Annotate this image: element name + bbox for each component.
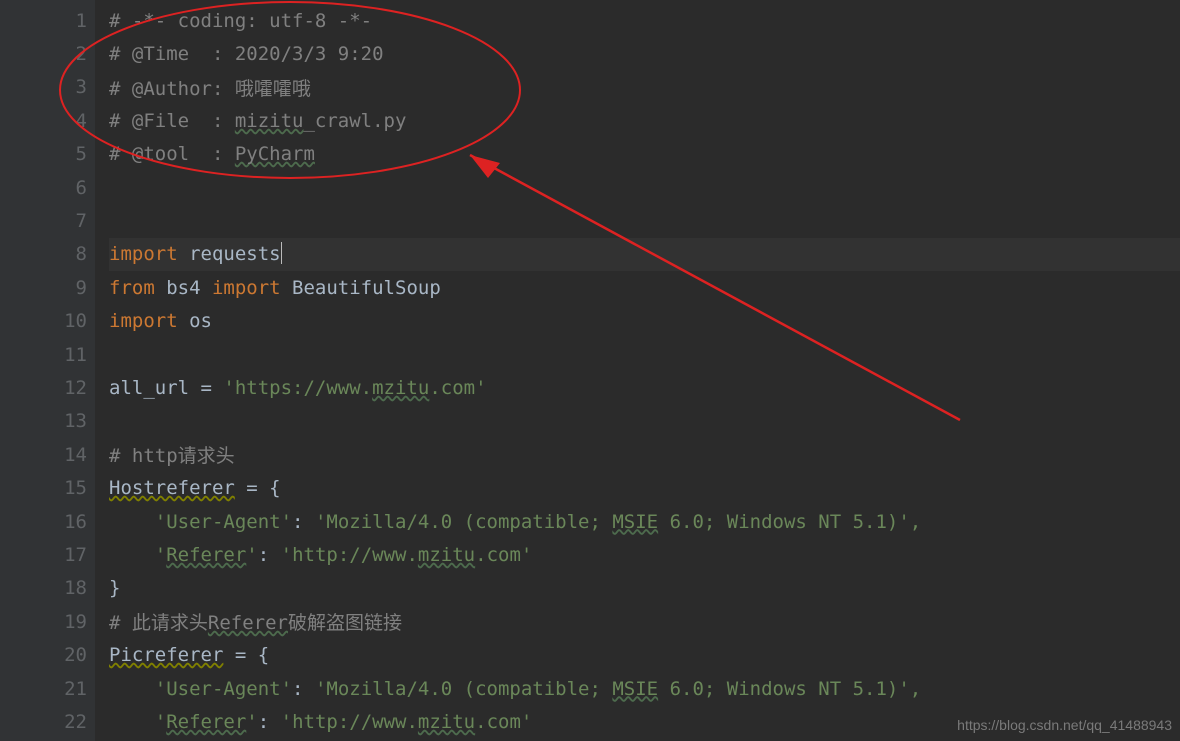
- code-line[interactable]: 'User-Agent': 'Mozilla/4.0 (compatible; …: [109, 672, 1180, 705]
- line-number: 17: [0, 538, 95, 571]
- line-number: 7: [0, 204, 95, 237]
- line-number: 18: [0, 572, 95, 605]
- gutter: 1 2 3 4 5 6 7 8 9 10 11 12 13 14 15 16 1…: [0, 0, 95, 741]
- line-number: 16: [0, 505, 95, 538]
- comment-text: # http请求头: [109, 441, 235, 468]
- line-number: 11: [0, 338, 95, 371]
- keyword: import: [109, 243, 178, 265]
- comment-text: # -*- coding: utf-8 -*-: [109, 10, 372, 32]
- code-line[interactable]: # 此请求头Referer破解盗图链接: [109, 605, 1180, 638]
- comment-text: # @Author: 哦嚯嚯哦: [109, 74, 311, 101]
- line-number: 20: [0, 638, 95, 671]
- line-number: 1: [0, 4, 95, 37]
- line-number: 4: [0, 104, 95, 137]
- code-line[interactable]: 'Referer': 'http://www.mzitu.com': [109, 538, 1180, 571]
- code-line[interactable]: # @Author: 哦嚯嚯哦: [109, 71, 1180, 104]
- code-line[interactable]: 'User-Agent': 'Mozilla/4.0 (compatible; …: [109, 505, 1180, 538]
- watermark: https://blog.csdn.net/qq_41488943: [957, 717, 1172, 733]
- code-area[interactable]: # -*- coding: utf-8 -*- # @Time : 2020/3…: [95, 0, 1180, 741]
- code-line[interactable]: [109, 338, 1180, 371]
- line-number: 6: [0, 171, 95, 204]
- line-number: 3: [0, 71, 95, 104]
- line-number: 13: [0, 405, 95, 438]
- line-number: 9: [0, 271, 95, 304]
- code-line-current[interactable]: import requests: [109, 238, 1180, 271]
- line-number: 10: [0, 305, 95, 338]
- code-line[interactable]: Picreferer = {: [109, 638, 1180, 671]
- comment-text: # @Time : 2020/3/3 9:20: [109, 43, 384, 65]
- code-line[interactable]: from bs4 import BeautifulSoup: [109, 271, 1180, 304]
- comment-text: # 此请求头Referer破解盗图链接: [109, 608, 402, 635]
- module-name: requests: [178, 243, 281, 265]
- line-number: 21: [0, 672, 95, 705]
- comment-text: # @File : mizitu_crawl.py: [109, 110, 406, 132]
- code-line[interactable]: # @tool : PyCharm: [109, 138, 1180, 171]
- line-number: 8: [0, 238, 95, 271]
- line-number: 15: [0, 471, 95, 504]
- code-line[interactable]: # @File : mizitu_crawl.py: [109, 104, 1180, 137]
- line-number: 19: [0, 605, 95, 638]
- line-number: 14: [0, 438, 95, 471]
- code-line[interactable]: # http请求头: [109, 438, 1180, 471]
- line-number: 2: [0, 37, 95, 70]
- code-line[interactable]: # @Time : 2020/3/3 9:20: [109, 37, 1180, 70]
- line-number: 12: [0, 371, 95, 404]
- code-line[interactable]: Hostreferer = {: [109, 471, 1180, 504]
- code-line[interactable]: [109, 204, 1180, 237]
- line-number: 22: [0, 705, 95, 738]
- code-line[interactable]: all_url = 'https://www.mzitu.com': [109, 371, 1180, 404]
- text-cursor: [281, 242, 282, 264]
- comment-text: # @tool : PyCharm: [109, 143, 315, 165]
- keyword: from: [109, 277, 155, 299]
- code-line[interactable]: import os: [109, 305, 1180, 338]
- code-line[interactable]: [109, 171, 1180, 204]
- code-line[interactable]: # -*- coding: utf-8 -*-: [109, 4, 1180, 37]
- code-editor[interactable]: 1 2 3 4 5 6 7 8 9 10 11 12 13 14 15 16 1…: [0, 0, 1180, 741]
- line-number: 5: [0, 138, 95, 171]
- code-line[interactable]: [109, 405, 1180, 438]
- keyword: import: [109, 310, 178, 332]
- code-line[interactable]: }: [109, 572, 1180, 605]
